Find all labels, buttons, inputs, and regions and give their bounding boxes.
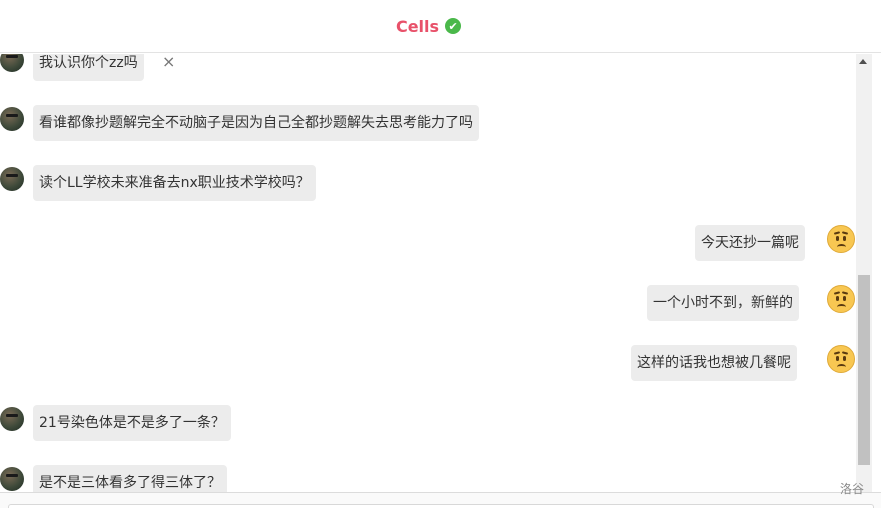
close-icon[interactable]: × bbox=[162, 54, 175, 72]
scroll-thumb[interactable] bbox=[858, 275, 870, 465]
sad-face-avatar-icon[interactable] bbox=[827, 345, 855, 373]
message-bubble: 我认识你个zz吗 bbox=[33, 54, 144, 81]
avatar[interactable] bbox=[0, 167, 24, 191]
vertical-scrollbar[interactable] bbox=[856, 54, 872, 492]
avatar[interactable] bbox=[0, 407, 24, 431]
message-bubble: 读个LL学校未来准备去nx职业技术学校吗？ bbox=[33, 165, 316, 201]
message-input[interactable] bbox=[8, 504, 874, 508]
message-bubble: 一个小时不到，新鲜的 bbox=[647, 285, 799, 321]
scroll-up-arrow-icon[interactable] bbox=[859, 59, 867, 64]
watermark-text: 洛谷 bbox=[840, 482, 865, 496]
avatar[interactable] bbox=[0, 54, 24, 72]
message-bubble: 是不是三体看多了得三体了？ bbox=[33, 465, 227, 492]
chat-title[interactable]: Cells ✔ bbox=[395, 16, 462, 36]
chat-title-text: Cells bbox=[395, 16, 440, 36]
message-bubble: 今天还抄一篇呢 bbox=[695, 225, 805, 261]
message-bubble: 这样的话我也想被几餐呢 bbox=[631, 345, 797, 381]
avatar[interactable] bbox=[0, 467, 24, 491]
sad-face-avatar-icon[interactable] bbox=[827, 285, 855, 313]
message-bubble: 21号染色体是不是多了一条？ bbox=[33, 405, 231, 441]
avatar[interactable] bbox=[0, 107, 24, 131]
chat-header: Cells ✔ bbox=[0, 0, 881, 53]
message-list[interactable]: 我认识你个zz吗 × 看谁都像抄题解完全不动脑子是因为自己全都抄题解失去思考能力… bbox=[0, 54, 856, 492]
check-circle-icon: ✔ bbox=[445, 18, 462, 34]
message-bubble: 看谁都像抄题解完全不动脑子是因为自己全都抄题解失去思考能力了吗 bbox=[33, 105, 479, 141]
sad-face-avatar-icon[interactable] bbox=[827, 225, 855, 253]
